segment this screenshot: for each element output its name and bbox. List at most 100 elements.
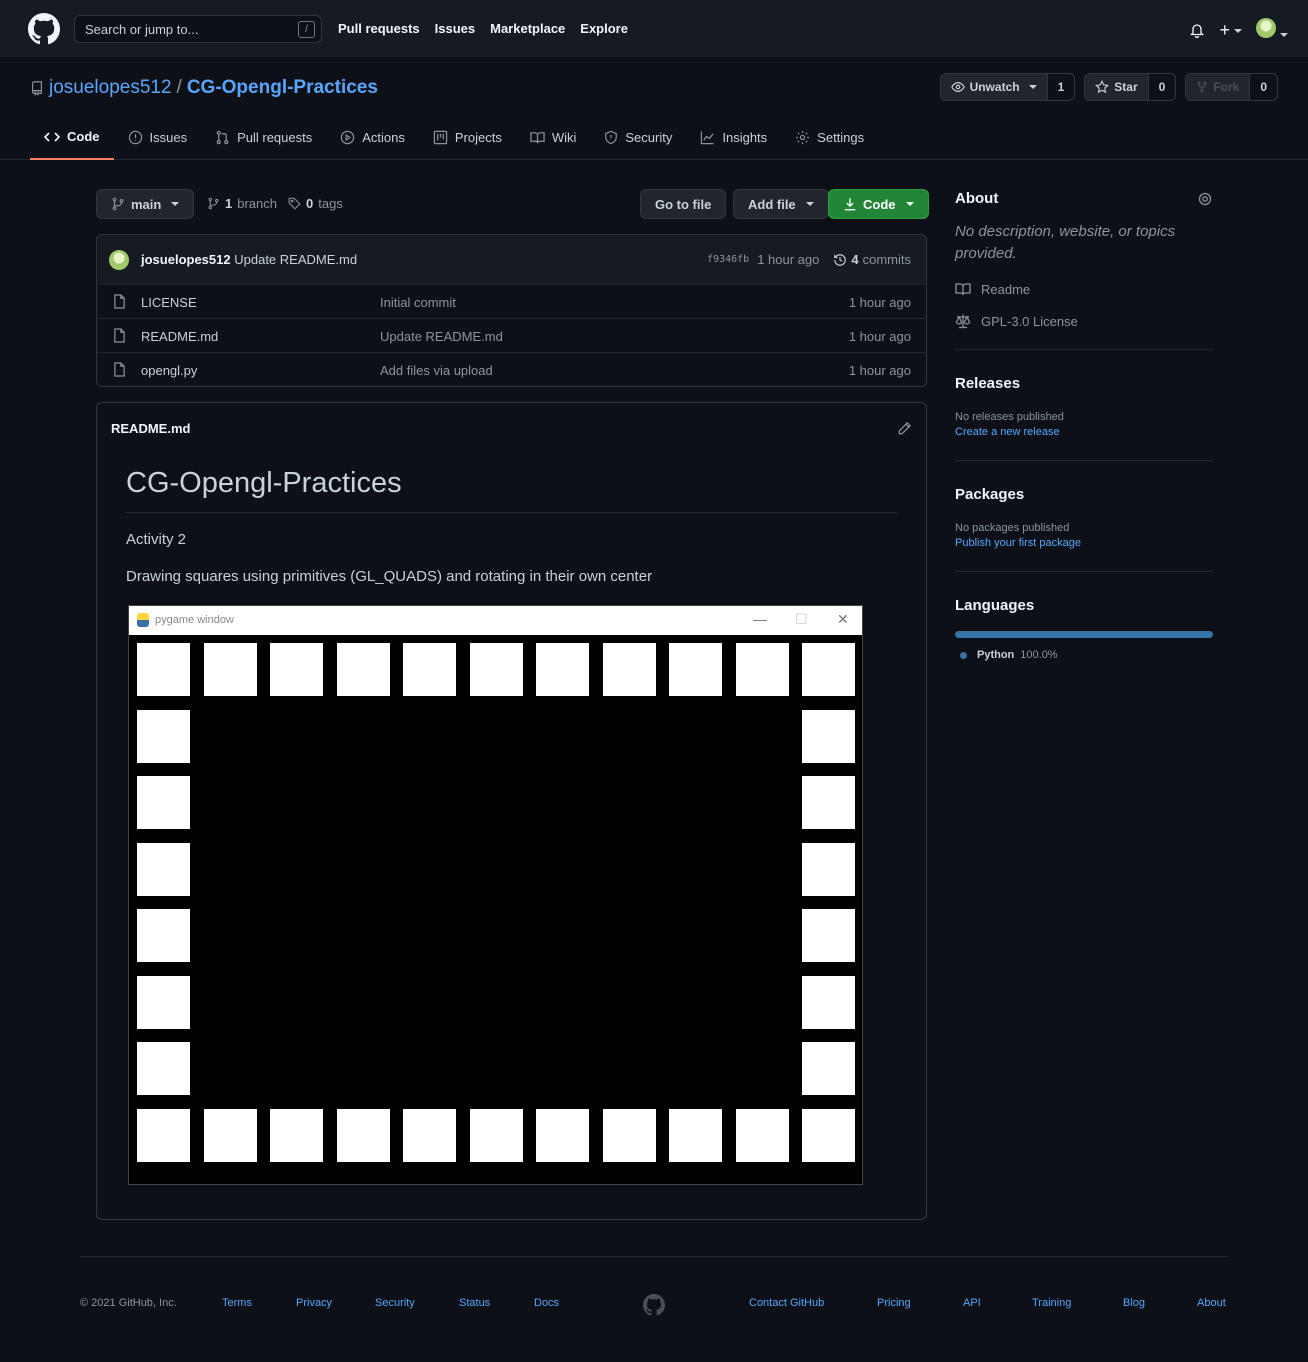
- branch-select-button[interactable]: main: [96, 189, 195, 219]
- footer-link-privacy[interactable]: Privacy: [296, 1297, 332, 1309]
- footer-link-terms[interactable]: Terms: [222, 1297, 252, 1309]
- pencil-icon[interactable]: [897, 421, 912, 436]
- tags-link[interactable]: 0 tags: [288, 196, 343, 211]
- project-icon: [433, 130, 448, 145]
- create-release-link[interactable]: Create a new release: [955, 426, 1213, 438]
- nav-explore[interactable]: Explore: [580, 21, 628, 36]
- code-download-button[interactable]: Code: [828, 189, 929, 219]
- license-link-label: GPL-3.0 License: [981, 313, 1078, 329]
- branch-icon: [112, 197, 124, 211]
- white-square: [536, 643, 589, 696]
- file-age: 1 hour ago: [848, 295, 911, 310]
- white-square: [802, 1108, 855, 1162]
- star-button[interactable]: Star: [1085, 74, 1149, 100]
- history-icon: [834, 253, 847, 266]
- tab-actions-label: Actions: [362, 130, 405, 145]
- file-commit-message[interactable]: Add files via upload: [380, 363, 493, 378]
- file-name-link[interactable]: LICENSE: [141, 295, 197, 310]
- pull-request-icon: [216, 130, 229, 145]
- tab-wiki[interactable]: Wiki: [516, 115, 591, 160]
- user-menu[interactable]: [1256, 18, 1288, 41]
- tab-insights[interactable]: Insights: [686, 115, 781, 160]
- eye-icon: [950, 82, 965, 92]
- commits-link[interactable]: 4 commits: [833, 252, 911, 267]
- file-commit-message[interactable]: Update README.md: [380, 329, 503, 344]
- fork-count[interactable]: 0: [1250, 74, 1277, 100]
- go-to-file-button[interactable]: Go to file: [640, 189, 727, 219]
- tab-actions[interactable]: Actions: [326, 115, 419, 160]
- search-placeholder: Search or jump to...: [85, 22, 199, 37]
- fork-button[interactable]: Fork: [1186, 74, 1251, 100]
- tab-code-label: Code: [67, 129, 100, 144]
- footer-link-docs[interactable]: Docs: [534, 1297, 559, 1309]
- branches-link[interactable]: 1 branch: [207, 196, 277, 211]
- white-square: [203, 643, 257, 696]
- footer-link-about[interactable]: About: [1197, 1297, 1226, 1309]
- publish-package-link[interactable]: Publish your first package: [955, 537, 1213, 549]
- white-square: [536, 1108, 589, 1162]
- tab-pull-requests[interactable]: Pull requests: [201, 115, 326, 160]
- pygame-titlebar: pygame window — ☐ ✕: [129, 606, 862, 635]
- unwatch-button[interactable]: Unwatch: [940, 74, 1048, 100]
- avatar[interactable]: [109, 250, 129, 270]
- tab-projects-label: Projects: [454, 130, 502, 145]
- fork-icon: [1197, 81, 1207, 93]
- white-square: [469, 643, 523, 696]
- tab-security[interactable]: Security: [590, 115, 686, 160]
- watch-count[interactable]: 1: [1048, 74, 1075, 100]
- footer: © 2021 GitHub, Inc. Terms Privacy Securi…: [80, 1256, 1228, 1316]
- white-square: [403, 1108, 456, 1162]
- repo-owner-link[interactable]: josuelopes512: [49, 77, 172, 99]
- file-commit-message[interactable]: Initial commit: [380, 295, 456, 310]
- create-new-menu[interactable]: +: [1219, 21, 1242, 39]
- footer-link-security[interactable]: Security: [375, 1297, 415, 1309]
- white-square: [137, 1108, 190, 1162]
- white-square: [137, 643, 190, 696]
- latest-commit-message: josuelopes512 Update README.md: [141, 252, 357, 267]
- add-file-button[interactable]: Add file: [733, 189, 829, 219]
- readme-link[interactable]: Readme: [955, 281, 1213, 297]
- footer-link-blog[interactable]: Blog: [1123, 1297, 1145, 1309]
- commit-message-link[interactable]: Update README.md: [234, 252, 357, 267]
- tab-projects[interactable]: Projects: [419, 115, 516, 160]
- license-link[interactable]: GPL-3.0 License: [955, 313, 1213, 329]
- readme-heading: CG-Opengl-Practices: [126, 467, 897, 513]
- code-icon: [44, 131, 60, 142]
- file-name-link[interactable]: README.md: [141, 329, 218, 344]
- footer-link-contact[interactable]: Contact GitHub: [749, 1297, 824, 1309]
- commit-author[interactable]: josuelopes512: [141, 252, 231, 267]
- github-logo-icon[interactable]: [643, 1294, 665, 1316]
- tab-code[interactable]: Code: [30, 115, 114, 160]
- about-title: About: [955, 190, 999, 207]
- download-icon: [844, 198, 856, 211]
- bell-icon[interactable]: [1189, 22, 1205, 38]
- packages-title[interactable]: Packages: [955, 486, 1213, 503]
- nav-marketplace[interactable]: Marketplace: [490, 21, 565, 36]
- white-square: [137, 842, 190, 896]
- tab-settings[interactable]: Settings: [781, 115, 878, 160]
- gear-icon[interactable]: [1197, 191, 1213, 207]
- search-input[interactable]: Search or jump to... /: [74, 15, 322, 43]
- language-item[interactable]: Python 100.0%: [960, 649, 1213, 661]
- releases-title[interactable]: Releases: [955, 375, 1213, 392]
- star-count[interactable]: 0: [1149, 74, 1176, 100]
- tab-issues[interactable]: Issues: [114, 115, 202, 160]
- white-square: [602, 643, 656, 696]
- github-logo-icon[interactable]: [28, 13, 60, 45]
- nav-issues[interactable]: Issues: [435, 21, 475, 36]
- divider: [955, 571, 1213, 572]
- footer-link-status[interactable]: Status: [459, 1297, 490, 1309]
- tab-wiki-label: Wiki: [551, 130, 577, 145]
- nav-pull-requests[interactable]: Pull requests: [338, 21, 420, 36]
- commit-sha[interactable]: f9346fb: [707, 254, 749, 265]
- fork-label: Fork: [1213, 80, 1240, 94]
- repo-name-link[interactable]: CG-Opengl-Practices: [187, 77, 378, 99]
- footer-link-training[interactable]: Training: [1032, 1297, 1071, 1309]
- footer-link-api[interactable]: API: [963, 1297, 981, 1309]
- repo-separator: /: [176, 77, 182, 98]
- footer-link-pricing[interactable]: Pricing: [877, 1297, 911, 1309]
- white-square: [802, 643, 855, 696]
- file-name-link[interactable]: opengl.py: [141, 363, 197, 378]
- law-icon: [955, 314, 971, 329]
- maximize-icon: ☐: [795, 611, 808, 627]
